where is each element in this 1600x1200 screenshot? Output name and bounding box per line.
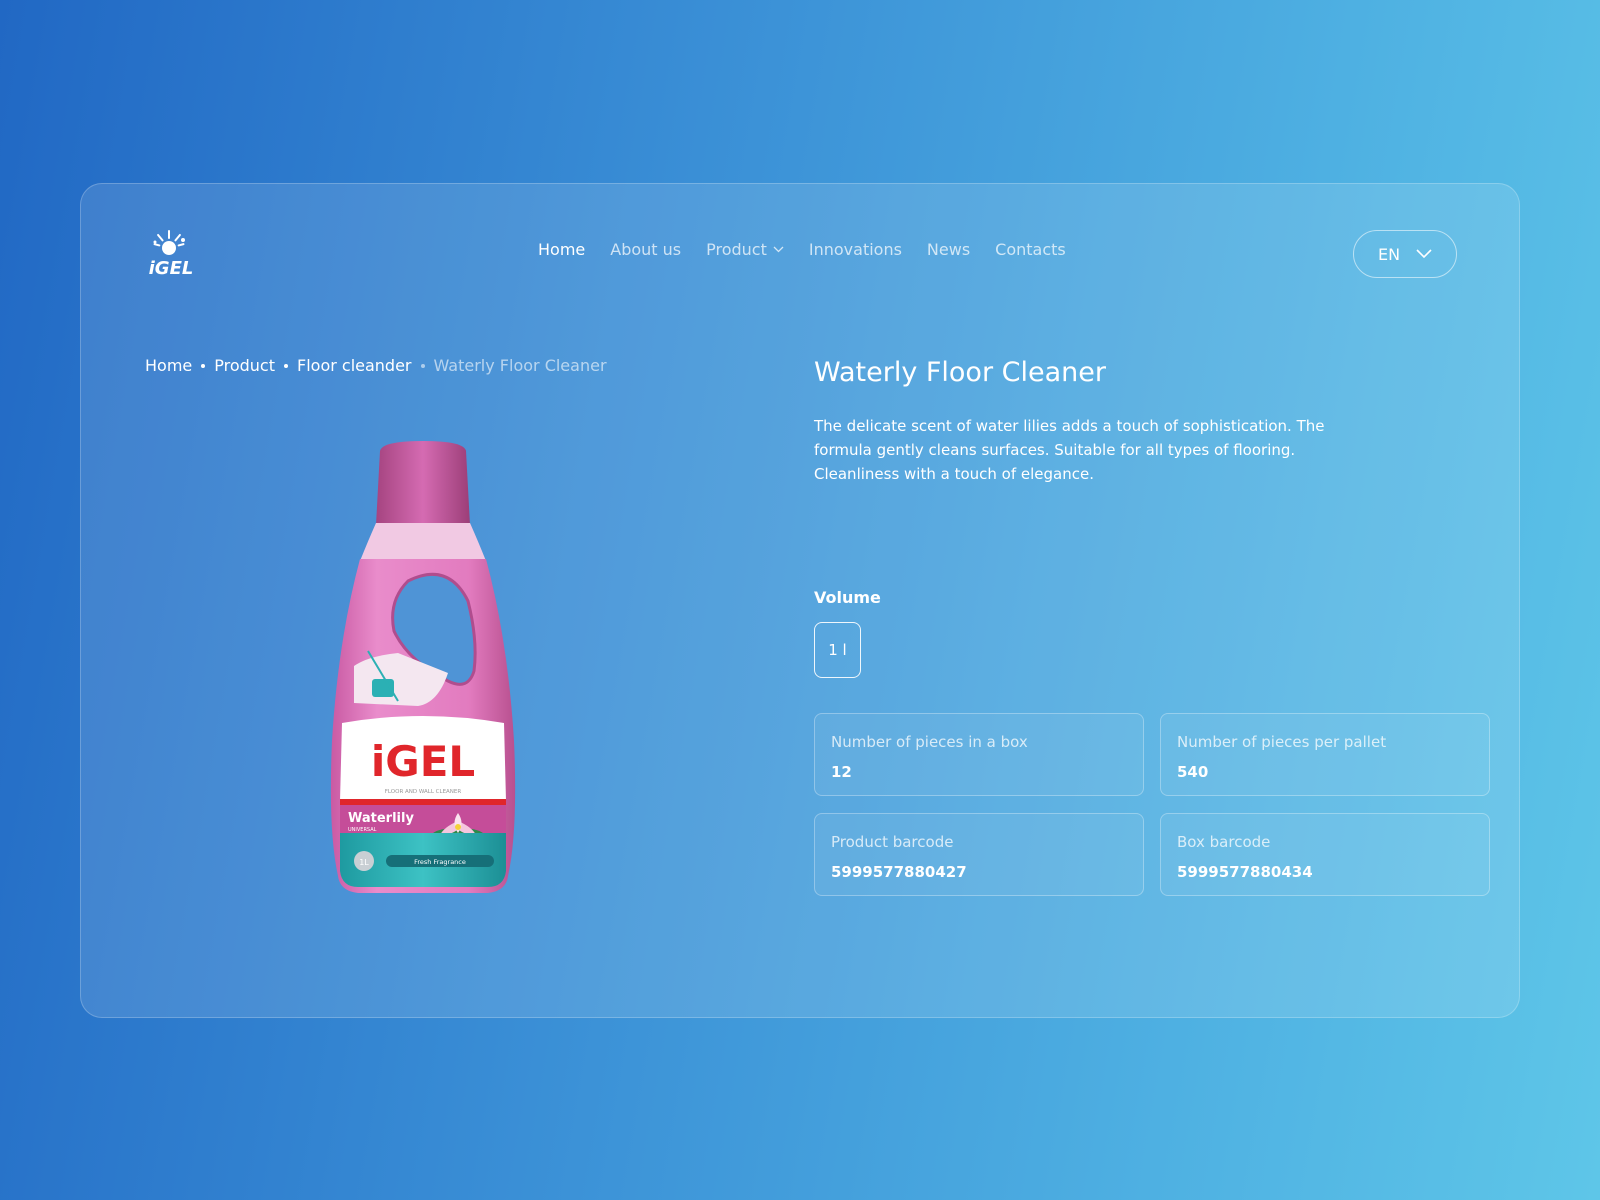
main-card: iGEL Home About us Product Innovations N… [80,183,1520,1018]
spec-label: Number of pieces in a box [831,733,1028,751]
nav-item-news[interactable]: News [927,240,970,259]
main-nav: Home About us Product Innovations News C… [538,240,1066,259]
volume-label: Volume [814,588,881,607]
spec-label: Box barcode [1177,833,1271,851]
spec-value: 5999577880427 [831,863,967,881]
product-title: Waterly Floor Cleaner [814,357,1106,388]
svg-text:1L: 1L [359,858,369,867]
spec-label: Product barcode [831,833,954,851]
chevron-down-icon [773,246,784,253]
breadcrumb-floor-cleaner[interactable]: Floor cleander [297,356,412,375]
spec-value: 5999577880434 [1177,863,1313,881]
product-description: The delicate scent of water lilies adds … [814,417,1325,483]
spec-card-pieces-pallet: Number of pieces per pallet 540 [1160,713,1490,796]
breadcrumb-separator [420,363,425,368]
breadcrumb: Home Product Floor cleander Waterly Floo… [145,356,607,375]
breadcrumb-separator [201,363,206,368]
svg-text:UNIVERSAL: UNIVERSAL [348,827,377,833]
svg-text:Fresh Fragrance: Fresh Fragrance [414,858,466,866]
spec-card-pieces-box: Number of pieces in a box 12 [814,713,1144,796]
volume-option-1l[interactable]: 1 l [814,622,861,678]
product-image: iGEL FLOOR AND WALL CLEANER Waterlily UN… [328,441,518,901]
spec-card-product-barcode: Product barcode 5999577880427 [814,813,1144,896]
language-label: EN [1377,244,1401,264]
breadcrumb-current: Waterly Floor Cleaner [433,356,607,375]
breadcrumb-product[interactable]: Product [214,356,275,375]
nav-item-product[interactable]: Product [706,240,784,259]
nav-item-contacts[interactable]: Contacts [995,240,1066,259]
spec-value: 540 [1177,763,1209,781]
spec-value: 12 [831,763,852,781]
breadcrumb-separator [284,363,288,368]
nav-item-home[interactable]: Home [538,240,585,259]
chevron-down-icon [1416,249,1432,259]
svg-text:Waterlily: Waterlily [348,811,414,826]
breadcrumb-home[interactable]: Home [145,356,192,375]
svg-text:iGEL: iGEL [371,737,475,786]
language-selector[interactable]: EN [1353,230,1457,278]
spec-label: Number of pieces per pallet [1177,733,1387,751]
spec-card-box-barcode: Box barcode 5999577880434 [1160,813,1490,896]
svg-text:FLOOR AND WALL CLEANER: FLOOR AND WALL CLEANER [385,789,462,795]
nav-item-about-us[interactable]: About us [610,240,681,259]
nav-item-innovations[interactable]: Innovations [809,240,902,259]
svg-text:iGEL: iGEL [149,258,194,278]
igel-logo[interactable]: iGEL [143,228,199,279]
